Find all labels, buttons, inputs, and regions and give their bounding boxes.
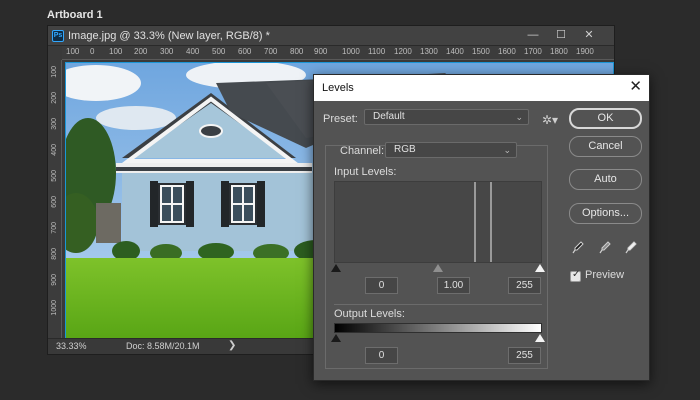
white-point-eyedropper-icon[interactable] (625, 241, 637, 255)
input-white-slider[interactable] (535, 264, 545, 272)
ruler-tick-label: 1600 (498, 47, 516, 56)
artboard-label: Artboard 1 (47, 9, 103, 21)
ruler-tick-label: 200 (51, 92, 58, 104)
ruler-tick-label: 1500 (472, 47, 490, 56)
black-point-eyedropper-icon[interactable] (572, 241, 584, 255)
channel-dropdown[interactable]: RGB ⌄ (385, 142, 517, 158)
input-black-field[interactable]: 0 (365, 277, 398, 294)
ruler-tick-label: 100 (66, 47, 80, 56)
ruler-tick-label: 700 (264, 47, 278, 56)
ruler-tick-label: 1400 (446, 47, 464, 56)
ruler-tick-label: 700 (51, 222, 58, 234)
ruler-tick-label: 0 (90, 47, 95, 56)
chevron-down-icon: ⌄ (503, 145, 511, 155)
divider (334, 304, 542, 305)
input-gamma-slider[interactable] (433, 264, 443, 272)
ruler-tick-label: 100 (109, 47, 123, 56)
output-white-slider[interactable] (535, 334, 545, 342)
ruler-tick-label: 900 (314, 47, 328, 56)
preset-label: Preset: (323, 113, 358, 125)
histogram (334, 181, 542, 263)
ruler-tick-label: 1200 (394, 47, 412, 56)
zoom-level[interactable]: 33.33% (56, 341, 87, 351)
maximize-button[interactable]: ☐ (551, 27, 571, 44)
ruler-tick-label: 1700 (524, 47, 542, 56)
ruler-tick-label: 1900 (576, 47, 594, 56)
input-gamma-field[interactable]: 1.00 (437, 277, 470, 294)
ruler-tick-label: 800 (51, 248, 58, 260)
preset-dropdown[interactable]: Default ⌄ (364, 109, 529, 125)
ruler-tick-label: 1100 (368, 47, 386, 56)
gray-point-eyedropper-icon[interactable] (599, 241, 611, 255)
ruler-tick-label: 1300 (420, 47, 438, 56)
ruler-tick-label: 100 (51, 66, 58, 78)
ruler-tick-label: 1000 (51, 300, 58, 316)
levels-dialog: Levels ✕ Preset: Default ⌄ ✲▾ Channel: R… (313, 74, 650, 381)
input-levels-label: Input Levels: (334, 166, 397, 178)
output-black-field[interactable]: 0 (365, 347, 398, 364)
document-size: Doc: 8.58M/20.1M (126, 341, 200, 351)
document-tab[interactable]: Ps Image.jpg @ 33.3% (New layer, RGB/8) … (48, 26, 614, 46)
output-gradient-bar (334, 323, 542, 333)
ruler-tick-label: 200 (134, 47, 148, 56)
ruler-tick-label: 600 (51, 196, 58, 208)
histogram-bar (474, 182, 476, 262)
channel-value: RGB (394, 144, 416, 155)
gear-icon[interactable]: ✲▾ (542, 113, 558, 127)
ruler-tick-label: 900 (51, 274, 58, 286)
vertical-ruler[interactable]: 100 200 300 400 500 600 700 800 900 1000 (48, 60, 62, 340)
dialog-close-button[interactable]: ✕ (629, 78, 642, 96)
horizontal-ruler[interactable]: 100 0 100 200 300 400 500 600 700 800 90… (62, 46, 614, 60)
options-button[interactable]: Options... (569, 203, 642, 224)
output-levels-label: Output Levels: (334, 308, 405, 320)
channel-label: Channel: (340, 145, 385, 157)
dialog-titlebar[interactable]: Levels ✕ (314, 75, 649, 101)
preset-value: Default (373, 111, 405, 122)
ruler-tick-label: 300 (51, 118, 58, 130)
ruler-tick-label: 800 (290, 47, 304, 56)
preview-checkbox[interactable] (570, 269, 581, 282)
status-menu-arrow-icon[interactable]: ❯ (228, 340, 236, 351)
chevron-down-icon: ⌄ (515, 112, 523, 122)
ruler-tick-label: 1800 (550, 47, 568, 56)
close-document-button[interactable]: ✕ (579, 27, 599, 44)
ruler-tick-label: 500 (212, 47, 226, 56)
preview-label: Preview (585, 269, 625, 281)
ruler-tick-label: 300 (160, 47, 174, 56)
input-white-field[interactable]: 255 (508, 277, 541, 294)
ruler-tick-label: 400 (186, 47, 200, 56)
output-white-field[interactable]: 255 (508, 347, 541, 364)
input-black-slider[interactable] (331, 264, 341, 272)
ruler-tick-label: 500 (51, 170, 58, 182)
ruler-tick-label: 400 (51, 144, 58, 156)
ok-button[interactable]: OK (569, 108, 642, 129)
histogram-bar (490, 182, 492, 262)
output-black-slider[interactable] (331, 334, 341, 342)
dialog-title: Levels (322, 82, 354, 94)
minimize-button[interactable]: — (523, 27, 543, 44)
ruler-tick-label: 1000 (342, 47, 360, 56)
auto-button[interactable]: Auto (569, 169, 642, 190)
document-title: Image.jpg @ 33.3% (New layer, RGB/8) * (68, 30, 270, 42)
ruler-tick-label: 600 (238, 47, 252, 56)
photoshop-icon: Ps (52, 30, 64, 42)
cancel-button[interactable]: Cancel (569, 136, 642, 157)
